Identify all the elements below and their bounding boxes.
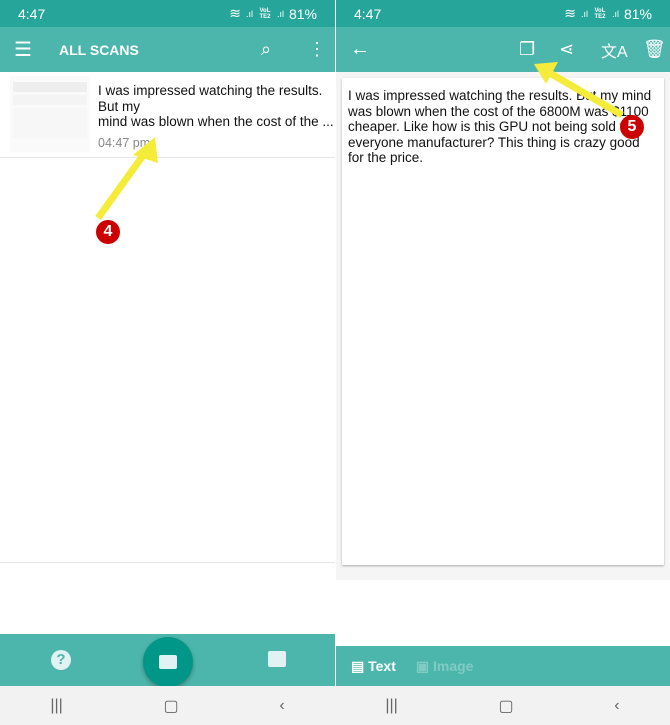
annotation-badge-5: 5: [620, 115, 644, 139]
annotation-arrow-4: [95, 147, 150, 221]
annotation-arrow-5: [546, 68, 624, 119]
annotation-arrows: [95, 62, 624, 221]
annotation-badge-4: 4: [96, 220, 120, 244]
